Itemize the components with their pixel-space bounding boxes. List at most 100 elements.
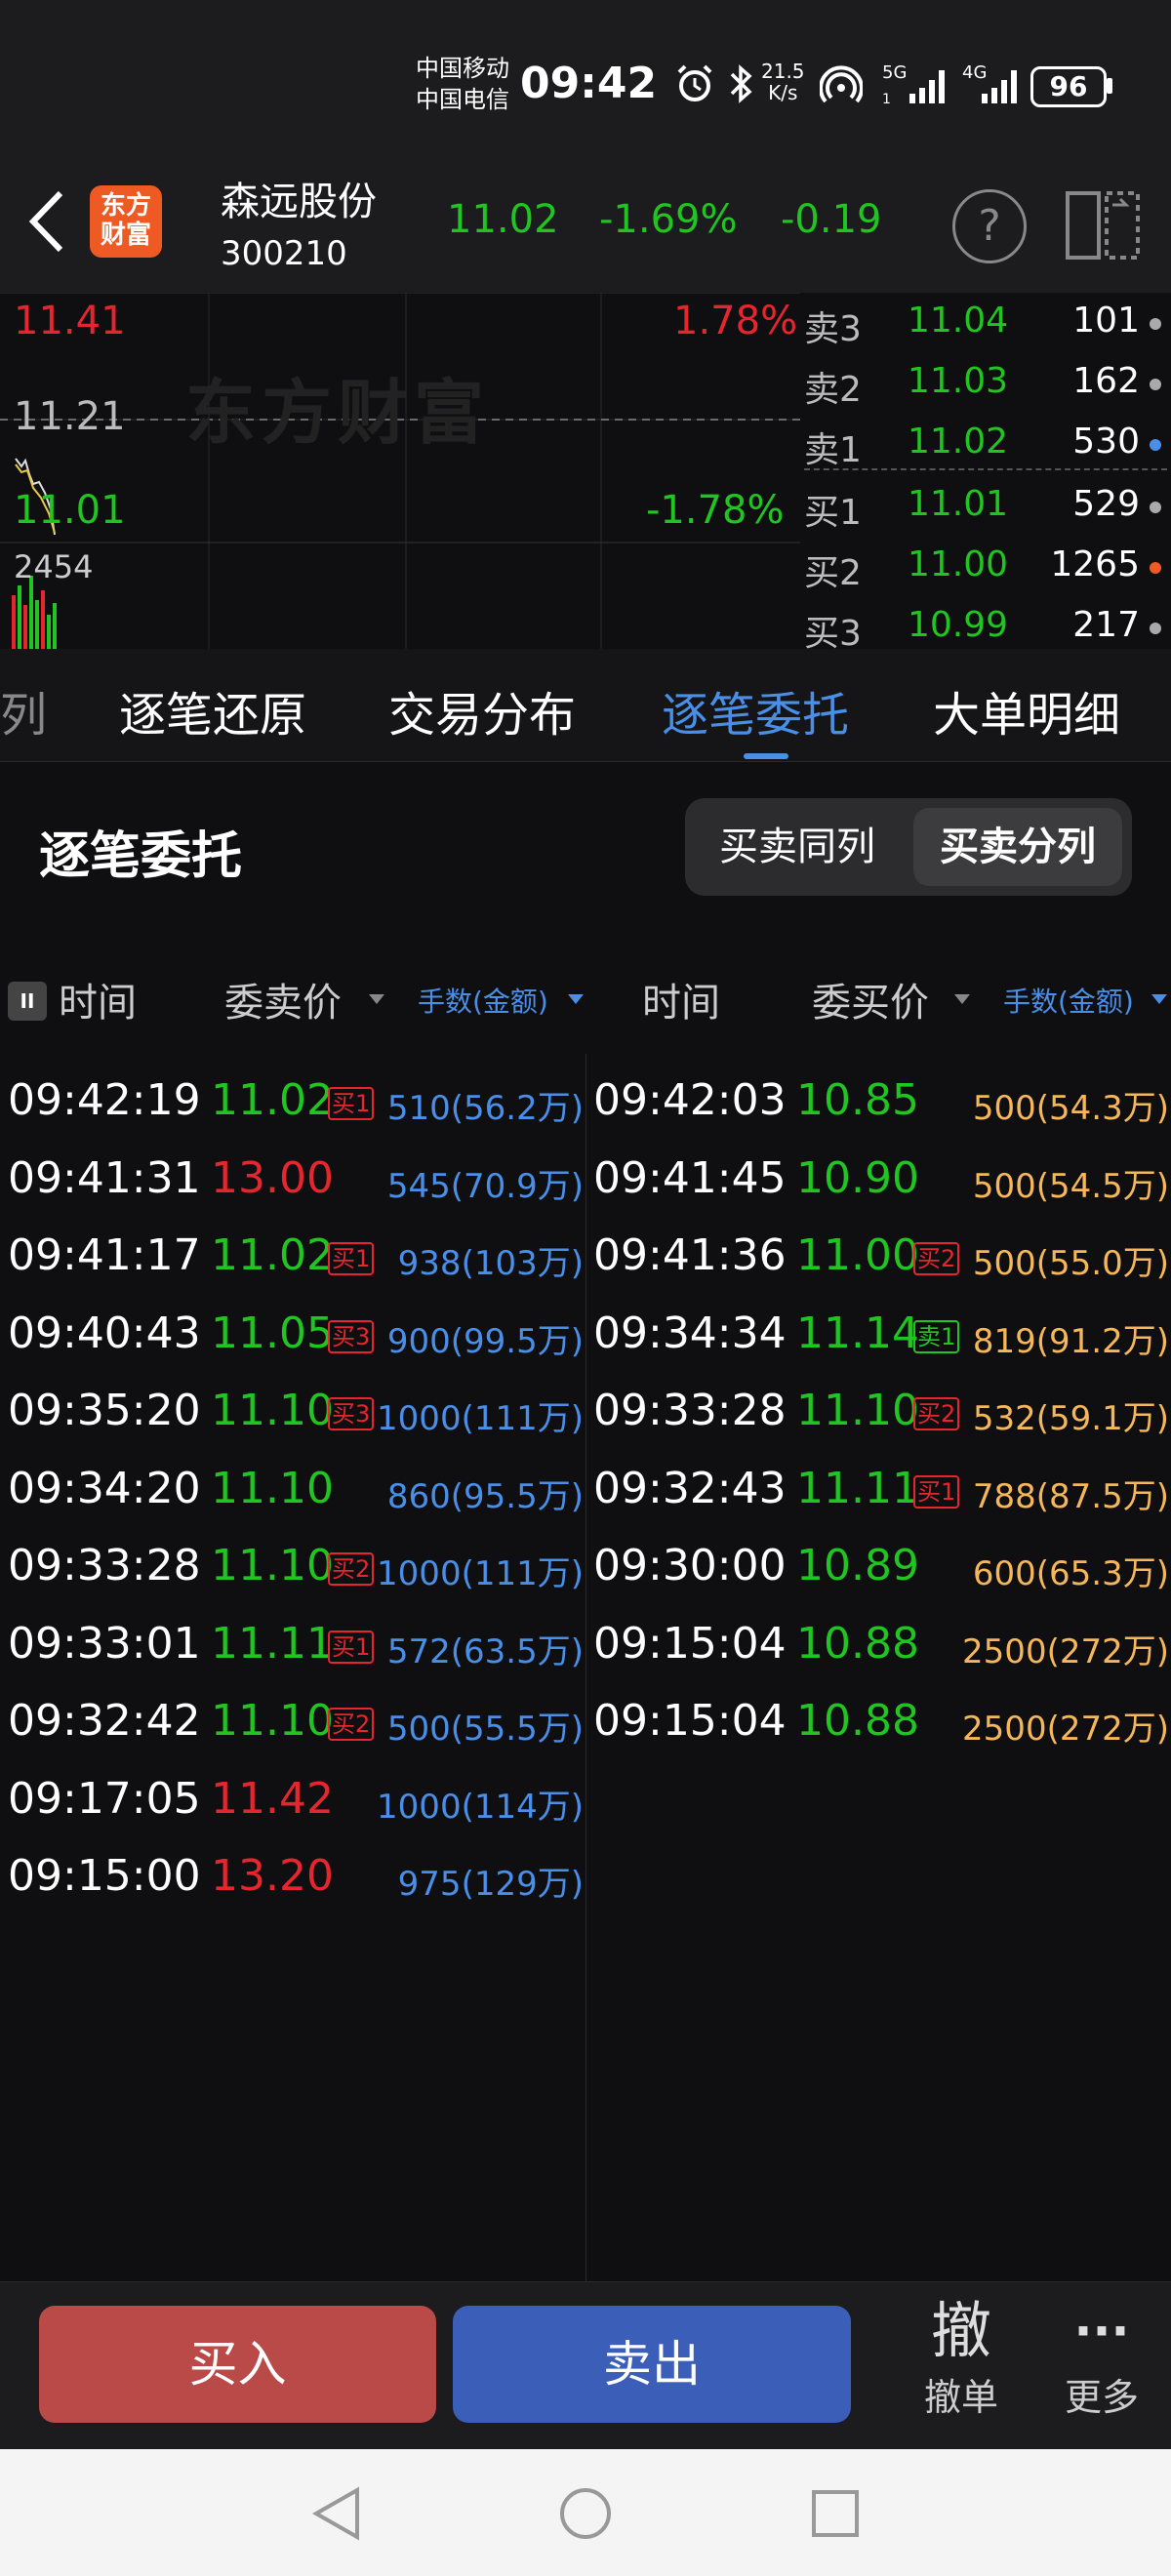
nav-home-icon[interactable] [558,2486,613,2545]
tab-partial[interactable]: 列 [0,676,47,745]
order-book-volume: 162 [1072,361,1140,401]
sell-order-time: 09:40:43 [8,1308,201,1358]
order-book-marker-dot [1150,562,1161,574]
sell-order-volume: 938(103万) [397,1244,584,1283]
order-book-level-label: 卖1 [804,430,862,470]
buy-order-time: 09:33:28 [593,1386,787,1435]
order-book-price: 11.01 [908,484,1009,524]
order-book-level-label: 买1 [804,493,862,533]
buy-order-price: 11.00 [796,1230,919,1280]
battery-tip [1107,78,1112,94]
more-button[interactable]: ··· 更多 [1048,2295,1155,2421]
sell-order-volume: 900(99.5万) [386,1321,584,1361]
header-time-right[interactable]: 时间 [642,971,720,1027]
chart-low-percent: -1.78% [646,488,785,533]
volume-right-sort-icon[interactable] [1150,991,1169,1010]
chart-grid [0,293,800,649]
buy-order-price: 11.11 [796,1463,919,1513]
back-icon[interactable] [25,187,68,260]
status-clock: 09:42 [520,59,658,108]
tab-tick-restore[interactable]: 逐笔还原 [119,676,306,745]
sell-order-time: 09:35:20 [8,1386,201,1435]
chart-mid-price: 11.21 [14,394,126,439]
nav-back-icon[interactable] [310,2486,363,2545]
buy-order-volume: 500(55.0万) [972,1244,1169,1283]
nav-recents-icon[interactable] [810,2488,861,2543]
app-logo: 东方 财富 [90,185,162,258]
sell-order-price: 11.10 [211,1463,334,1513]
buy-order-price: 11.14 [796,1308,919,1358]
buy-order-price: 11.10 [796,1386,919,1435]
buy-order-volume: 532(59.1万) [972,1399,1169,1438]
more-icon: ··· [1073,2303,1130,2359]
buy-order-time: 09:15:04 [593,1696,787,1746]
sell-order-level-tag: 买1 [328,1630,375,1664]
buy-order-price: 10.85 [796,1075,919,1125]
buy-order-volume: 2500(272万) [962,1710,1169,1749]
order-book-price: 10.99 [908,605,1009,645]
sell-order-time: 09:15:00 [8,1851,201,1901]
order-book-price: 11.00 [908,544,1009,584]
sell-order-level-tag: 买2 [328,1552,375,1586]
app-logo-line-2: 财富 [100,221,151,250]
bluetooth-icon [728,64,753,112]
chart-watermark: 东方财富 [185,372,491,454]
order-book-price: 11.02 [908,422,1009,462]
tab-trade-distribution[interactable]: 交易分布 [388,676,576,745]
order-book-ask-row[interactable]: 卖2 11.03 162 [800,361,1171,412]
network-speed: 21.5 K/s [761,60,805,103]
buy-order-price: 10.88 [796,1696,919,1746]
header-time-left[interactable]: 时间 [59,971,137,1027]
sell-order-level-tag: 买3 [328,1319,375,1353]
toggle-same-column[interactable]: 买卖同列 [695,808,900,886]
buy-order-time: 09:34:34 [593,1308,787,1358]
order-book-price: 11.03 [908,361,1009,401]
cancel-order-button[interactable]: 撤 撤单 [908,2295,1015,2421]
intraday-chart[interactable]: 东方财富 11.41 1.78% 11.21 11.01 -1.78% 2454 [0,293,800,650]
order-book-ask-row[interactable]: 卖3 11.04 101 [800,301,1171,351]
header-volume-right[interactable]: 手数(金额) [1003,981,1134,1020]
buy-order-volume: 600(65.3万) [972,1554,1169,1593]
buy-order-time: 09:42:03 [593,1075,787,1125]
buy-order-time: 09:15:04 [593,1618,787,1669]
buy-order-level-tag: 卖1 [913,1319,960,1353]
ask-price-sort-icon[interactable] [367,991,386,1010]
order-book-marker-dot [1150,623,1161,634]
buy-button[interactable]: 买入 [39,2306,436,2423]
stock-header: 东方 财富 森远股份 300210 11.02 -1.69% -0.19 ? [0,156,1171,293]
chart-low-price: 11.01 [14,488,126,533]
sell-order-time: 09:41:17 [8,1230,201,1280]
sell-order-level-tag: 买1 [328,1087,375,1120]
order-book: 卖3 11.04 101 卖2 11.03 162 卖1 11.02 530 买1 11.01 52… [800,293,1171,654]
order-book-volume: 101 [1072,301,1140,341]
sell-order-time: 09:17:05 [8,1773,201,1824]
volume-left-sort-icon[interactable] [566,991,586,1010]
sell-order-price: 11.10 [211,1386,334,1435]
sell-order-price: 11.02 [211,1230,334,1280]
bid-price-sort-icon[interactable] [952,991,972,1010]
sell-order-price: 11.05 [211,1308,334,1358]
network-speed-unit: K/s [768,81,798,104]
sell-order-time: 09:42:19 [8,1075,201,1125]
header-bid-price[interactable]: 委买价 [812,971,929,1027]
switch-layout-icon[interactable] [1064,185,1142,267]
help-icon[interactable]: ? [952,189,1027,263]
hotspot-icon [819,62,864,114]
sell-order-time: 09:32:42 [8,1696,201,1746]
order-book-level-label: 买2 [804,553,862,593]
order-book-level-label: 卖2 [804,370,862,410]
header-ask-price[interactable]: 委卖价 [224,971,342,1027]
tab-tick-orders[interactable]: 逐笔委托 [662,676,849,745]
tab-large-orders[interactable]: 大单明细 [933,676,1120,745]
sell-order-time: 09:33:28 [8,1541,201,1590]
order-book-bid-row[interactable]: 买1 11.01 529 [800,484,1171,535]
order-book-volume: 1265 [1050,544,1140,584]
alarm-icon [673,62,716,114]
toggle-split-column[interactable]: 买卖分列 [913,808,1122,886]
sell-button[interactable]: 卖出 [453,2306,851,2423]
pause-icon[interactable]: II [8,982,47,1021]
order-book-bid-row[interactable]: 买2 11.00 1265 [800,544,1171,595]
order-book-ask-row[interactable]: 卖1 11.02 530 [800,422,1171,472]
current-price: 11.02 [447,197,559,242]
header-volume-left[interactable]: 手数(金额) [418,981,548,1020]
